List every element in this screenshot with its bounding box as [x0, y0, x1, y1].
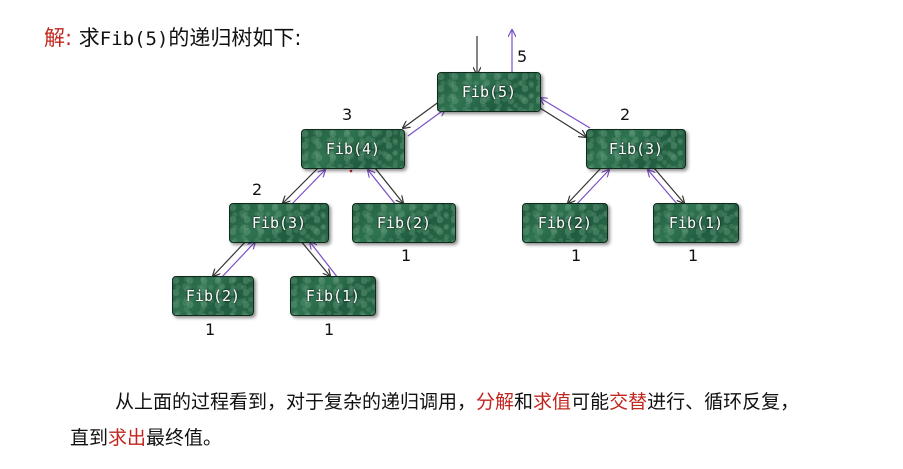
value-fib4: 3	[342, 105, 353, 124]
summary-line-2: 直到求出最终值。	[70, 427, 223, 449]
node-fib2-a: Fib(2)	[352, 203, 456, 243]
value-fib2-b: 1	[571, 246, 582, 265]
node-fib3-right: Fib(3)	[586, 129, 686, 169]
summary-paragraph: 从上面的过程看到，对于复杂的递归调用，分解和求值可能交替进行、循环反复， 直到求…	[70, 384, 870, 456]
node-fib3-left: Fib(3)	[229, 203, 329, 243]
node-fib1-b: Fib(1)	[290, 276, 376, 316]
summary-line-1: 从上面的过程看到，对于复杂的递归调用，分解和求值可能交替进行、循环反复，	[115, 391, 800, 413]
value-fib3-right: 2	[620, 105, 631, 124]
node-fib1-a: Fib(1)	[653, 203, 739, 243]
node-fib2-c: Fib(2)	[172, 276, 254, 316]
value-fib2-a: 1	[401, 246, 412, 265]
node-fib5: Fib(5)	[437, 72, 541, 112]
value-fib1-b: 1	[324, 320, 335, 339]
value-fib1-a: 1	[688, 246, 699, 265]
value-fib3-left: 2	[252, 180, 263, 199]
node-fib2-b: Fib(2)	[522, 203, 608, 243]
value-fib5: 5	[517, 47, 528, 66]
value-fib2-c: 1	[205, 320, 216, 339]
node-fib4: Fib(4)	[301, 129, 405, 169]
